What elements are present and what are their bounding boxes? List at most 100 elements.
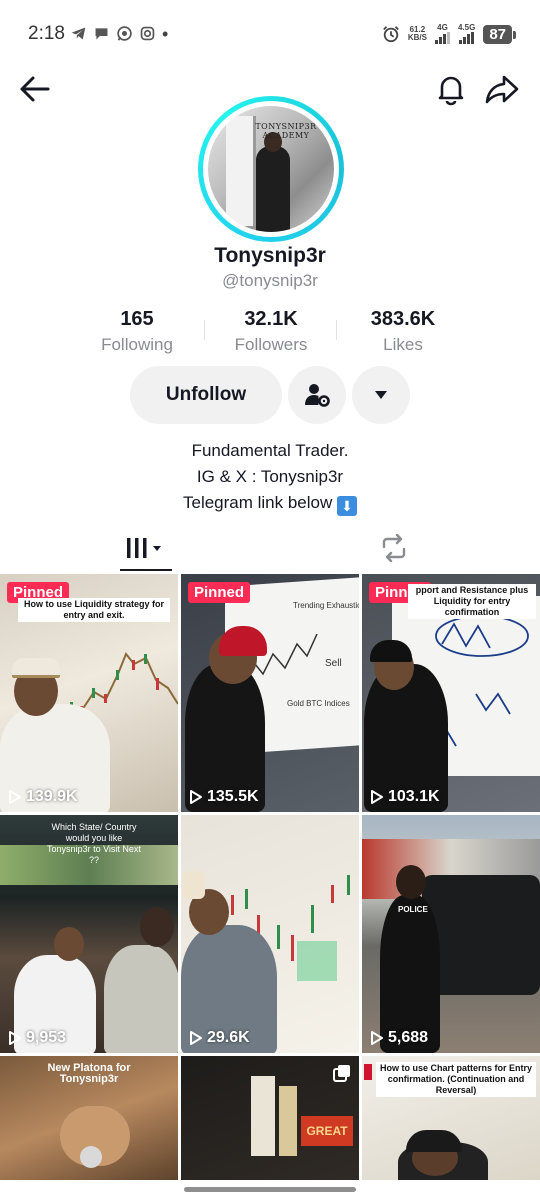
video-caption: New Platona for Tonysnip3r xyxy=(47,1062,131,1085)
signal-sim1: 4G xyxy=(434,23,450,44)
bio-line-text: Telegram link below xyxy=(182,493,333,512)
profile-stats: 165 Following 32.1K Followers 383.6K Lik… xyxy=(70,308,470,354)
telegram-icon xyxy=(71,27,86,40)
person-head-shape xyxy=(140,907,174,947)
video-thumbnail[interactable]: Which State/ Country would you like Tony… xyxy=(0,815,178,1053)
view-count: 9,953 xyxy=(8,1029,66,1047)
stat-divider xyxy=(204,320,205,340)
stat-likes-label: Likes xyxy=(383,335,423,354)
signal-bars-icon xyxy=(459,32,475,44)
avatar[interactable]: TONYSNIP3R ACADEMY xyxy=(198,96,344,242)
down-arrow-emoji-icon: ⬇ xyxy=(337,496,358,516)
back-arrow-icon[interactable] xyxy=(18,72,52,106)
play-icon xyxy=(9,1031,21,1045)
play-icon xyxy=(371,790,383,804)
view-count: 29.6K xyxy=(189,1029,250,1047)
whiteboard-gold-text: Gold BTC Indices xyxy=(287,699,350,708)
book-cover: GREAT xyxy=(301,1116,353,1146)
black-cap-shape xyxy=(406,1130,462,1152)
view-count: 135.5K xyxy=(189,788,259,806)
stat-following-label: Following xyxy=(101,335,173,354)
watch-shape xyxy=(80,1146,102,1168)
signal-sim1-label: 4G xyxy=(437,23,448,32)
video-thumbnail[interactable]: Pinned pport and Resistance plus Liquidi… xyxy=(362,574,540,812)
stat-following-value: 165 xyxy=(120,308,154,330)
play-icon xyxy=(190,1031,202,1045)
video-caption: How to use Liquidity strategy for entry … xyxy=(18,598,170,622)
stat-followers-label: Followers xyxy=(234,335,308,354)
stat-followers-value: 32.1K xyxy=(244,308,298,330)
video-caption: How to use Chart patterns for Entry conf… xyxy=(376,1062,536,1097)
video-thumbnail[interactable]: GREAT xyxy=(181,1056,359,1180)
video-thumbnail[interactable]: POLICE 5,688 xyxy=(362,815,540,1053)
bio-line: IG & X : Tonysnip3r xyxy=(196,467,344,486)
person-head-shape xyxy=(396,865,426,899)
network-speed-unit: KB/S xyxy=(407,33,427,42)
home-indicator[interactable] xyxy=(184,1187,356,1192)
whiteboard-notes-text: Trending Exhaustion Consolidation xyxy=(293,601,359,610)
stat-following[interactable]: 165 Following xyxy=(72,308,202,355)
avatar-person-shape xyxy=(256,146,290,232)
person-head-shape xyxy=(54,927,84,961)
user-settings-button[interactable] xyxy=(288,366,346,424)
notification-icons: • xyxy=(70,23,169,44)
cap-shape xyxy=(12,658,60,678)
whatsapp-icon xyxy=(117,26,132,41)
share-icon[interactable] xyxy=(484,72,520,106)
signal-sim2-label: 4.5G xyxy=(457,23,476,32)
video-thumbnail[interactable]: Pinned How to use Liquidity strategy for… xyxy=(0,574,178,812)
bell-icon[interactable] xyxy=(434,72,468,106)
alarm-icon xyxy=(383,26,399,43)
suggestions-dropdown-button[interactable] xyxy=(352,366,410,424)
status-bar: 2:18 • 61.2 KB/S 4G 4.5G 87 xyxy=(0,0,540,70)
photo-carousel-icon xyxy=(333,1065,350,1082)
instagram-icon xyxy=(140,26,155,41)
view-count-value: 135.5K xyxy=(207,788,259,805)
profile-bio: Fundamental Trader. IG & X : Tonysnip3r … xyxy=(0,438,540,516)
bio-line: Fundamental Trader. xyxy=(191,441,349,460)
bio-line-telegram: Telegram link below ⬇ xyxy=(0,490,540,516)
active-tab-indicator xyxy=(120,569,172,571)
battery-indicator: 87 xyxy=(483,24,516,44)
person-shape xyxy=(104,945,178,1053)
view-count: 5,688 xyxy=(370,1029,428,1047)
video-thumbnail[interactable]: How to use Chart patterns for Entry conf… xyxy=(362,1056,540,1180)
book-shape xyxy=(251,1076,275,1156)
video-grid-icon xyxy=(127,538,161,558)
status-time: 2:18 xyxy=(28,23,65,44)
avatar-image: TONYSNIP3R ACADEMY xyxy=(208,106,334,232)
status-right: 61.2 KB/S 4G 4.5G 87 xyxy=(382,23,516,44)
tab-reposts[interactable] xyxy=(368,524,420,572)
video-thumbnail[interactable]: Trending Exhaustion Consolidation Sell G… xyxy=(181,574,359,812)
cap-shape xyxy=(183,871,205,899)
network-speed: 61.2 KB/S xyxy=(408,26,427,42)
view-count: 103.1K xyxy=(370,788,440,806)
tab-videos[interactable] xyxy=(120,524,172,572)
play-icon xyxy=(9,790,21,804)
play-icon xyxy=(371,1031,383,1045)
profile-tabs xyxy=(0,524,540,572)
police-vest-label: POLICE xyxy=(398,905,428,914)
stat-followers[interactable]: 32.1K Followers xyxy=(206,308,336,355)
avatar-frame: TONYSNIP3R ACADEMY xyxy=(203,101,339,237)
stat-likes-value: 383.6K xyxy=(370,308,436,330)
view-count-value: 29.6K xyxy=(207,1029,250,1046)
chat-icon xyxy=(95,28,108,40)
signal-bars-icon xyxy=(434,32,450,44)
view-count-value: 9,953 xyxy=(26,1029,67,1046)
avatar-brand-logo: TONYSNIP3R ACADEMY xyxy=(255,122,317,140)
stat-divider xyxy=(336,320,337,340)
video-thumbnail[interactable]: 29.6K xyxy=(181,815,359,1053)
stat-likes: 383.6K Likes xyxy=(338,308,468,355)
play-icon xyxy=(190,790,202,804)
caret-down-icon xyxy=(375,391,387,399)
whiteboard-sell-text: Sell xyxy=(325,658,342,669)
signal-sim2: 4.5G xyxy=(458,24,475,44)
unfollow-button[interactable]: Unfollow xyxy=(130,366,282,424)
repost-icon xyxy=(382,534,406,562)
video-thumbnail[interactable]: New Platona for Tonysnip3r xyxy=(0,1056,178,1180)
pinned-badge: Pinned xyxy=(188,582,251,603)
more-notifications-dot: • xyxy=(162,23,169,44)
view-count-value: 5,688 xyxy=(388,1029,429,1046)
user-settings-icon xyxy=(305,384,330,407)
